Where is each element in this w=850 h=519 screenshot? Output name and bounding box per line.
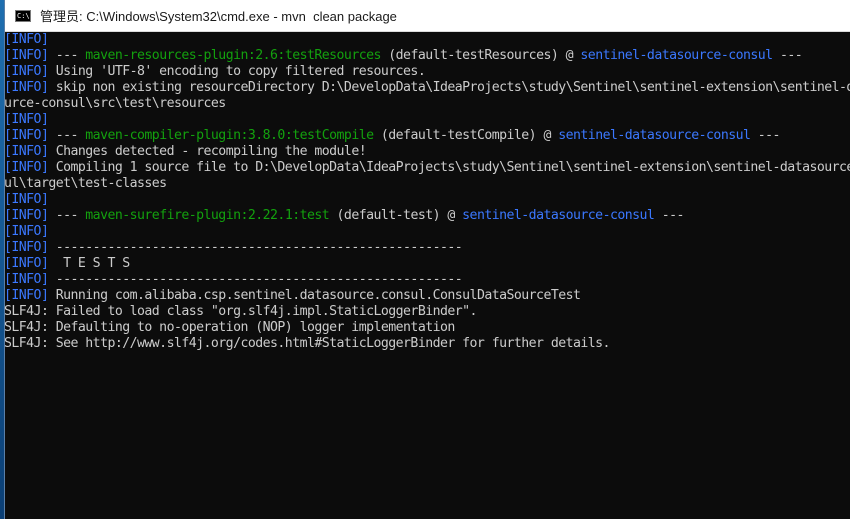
console-text: (default-test) @ (329, 208, 463, 223)
log-level-tag: [INFO] (4, 208, 49, 223)
console-text: skip non existing resourceDirectory D:\D… (48, 80, 850, 95)
log-level-tag: [INFO] (4, 144, 49, 159)
console-text: SLF4J: See http://www.slf4j.org/codes.ht… (4, 336, 611, 351)
log-level-tag: [INFO] (4, 160, 49, 175)
log-level-tag: [INFO] (4, 48, 49, 63)
console-text: SLF4J: Failed to load class "org.slf4j.i… (4, 304, 477, 319)
plugin-goal: maven-surefire-plugin:2.22.1:test (85, 208, 330, 223)
console-output[interactable]: [INFO] [INFO] --- maven-resources-plugin:… (4, 32, 850, 519)
console-line: [INFO] (4, 192, 850, 208)
log-level-tag: [INFO] (4, 256, 49, 271)
plugin-goal: maven-compiler-plugin:3.8.0:testCompile (85, 128, 374, 143)
console-line: SLF4J: Defaulting to no-operation (NOP) … (4, 320, 850, 336)
console-text: Compiling 1 source file to D:\DevelopDat… (48, 160, 850, 175)
title-bar[interactable]: C:\ 管理员: C:\Windows\System32\cmd.exe - m… (5, 0, 850, 32)
console-text: --- (654, 208, 685, 223)
console-text: --- (772, 48, 803, 63)
console-text: urce-consul\src\test\resources (4, 96, 226, 111)
console-line: [INFO] (4, 32, 850, 48)
console-line: SLF4J: Failed to load class "org.slf4j.i… (4, 304, 850, 320)
console-text: (default-testResources) @ (380, 48, 581, 63)
console-line: [INFO] --- maven-surefire-plugin:2.22.1:… (4, 208, 850, 224)
console-line: [INFO] skip non existing resourceDirecto… (4, 80, 850, 96)
log-level-tag: [INFO] (4, 32, 49, 47)
console-line: [INFO] ---------------------------------… (4, 272, 850, 288)
console-text: ----------------------------------------… (48, 272, 463, 287)
module-name: sentinel-datasource-consul (558, 128, 751, 143)
console-line: [INFO] Compiling 1 source file to D:\Dev… (4, 160, 850, 176)
console-text: --- (750, 128, 781, 143)
log-level-tag: [INFO] (4, 128, 49, 143)
log-level-tag: [INFO] (4, 192, 49, 207)
console-line: [INFO] (4, 224, 850, 240)
console-line: [INFO] ---------------------------------… (4, 240, 850, 256)
log-level-tag: [INFO] (4, 224, 49, 239)
console-text: SLF4J: Defaulting to no-operation (NOP) … (4, 320, 455, 335)
console-text: ul\target\test-classes (4, 176, 167, 191)
console-line: ul\target\test-classes (4, 176, 850, 192)
console-line: [INFO] Running com.alibaba.csp.sentinel.… (4, 288, 850, 304)
console-line: [INFO] T E S T S (4, 256, 850, 272)
console-text: Using 'UTF-8' encoding to copy filtered … (48, 64, 426, 79)
plugin-goal: maven-resources-plugin:2.6:testResources (85, 48, 381, 63)
log-level-tag: [INFO] (4, 288, 49, 303)
console-text: ----------------------------------------… (48, 240, 463, 255)
log-level-tag: [INFO] (4, 64, 49, 79)
console-text: T E S T S (48, 256, 130, 271)
log-level-tag: [INFO] (4, 112, 49, 127)
console-text: Changes detected - recompiling the modul… (48, 144, 367, 159)
console-line: [INFO] Changes detected - recompiling th… (4, 144, 850, 160)
console-line: [INFO] (4, 112, 850, 128)
console-line: urce-consul\src\test\resources (4, 96, 850, 112)
log-level-tag: [INFO] (4, 272, 49, 287)
log-level-tag: [INFO] (4, 80, 49, 95)
console-line: SLF4J: See http://www.slf4j.org/codes.ht… (4, 336, 850, 352)
console-text: --- (48, 208, 86, 223)
console-text: --- (48, 48, 86, 63)
module-name: sentinel-datasource-consul (580, 48, 773, 63)
console-text: (default-testCompile) @ (373, 128, 559, 143)
log-level-tag: [INFO] (4, 240, 49, 255)
module-name: sentinel-datasource-consul (462, 208, 655, 223)
console-line: [INFO] --- maven-compiler-plugin:3.8.0:t… (4, 128, 850, 144)
cmd-icon[interactable]: C:\ (15, 9, 31, 22)
console-line: [INFO] Using 'UTF-8' encoding to copy fi… (4, 64, 850, 80)
cmd-icon-prompt: C:\ (17, 11, 30, 20)
console-line: [INFO] --- maven-resources-plugin:2.6:te… (4, 48, 850, 64)
console-text: Running com.alibaba.csp.sentinel.datasou… (48, 288, 581, 303)
window-title: 管理员: C:\Windows\System32\cmd.exe - mvn c… (40, 9, 397, 24)
console-text: --- (48, 128, 86, 143)
